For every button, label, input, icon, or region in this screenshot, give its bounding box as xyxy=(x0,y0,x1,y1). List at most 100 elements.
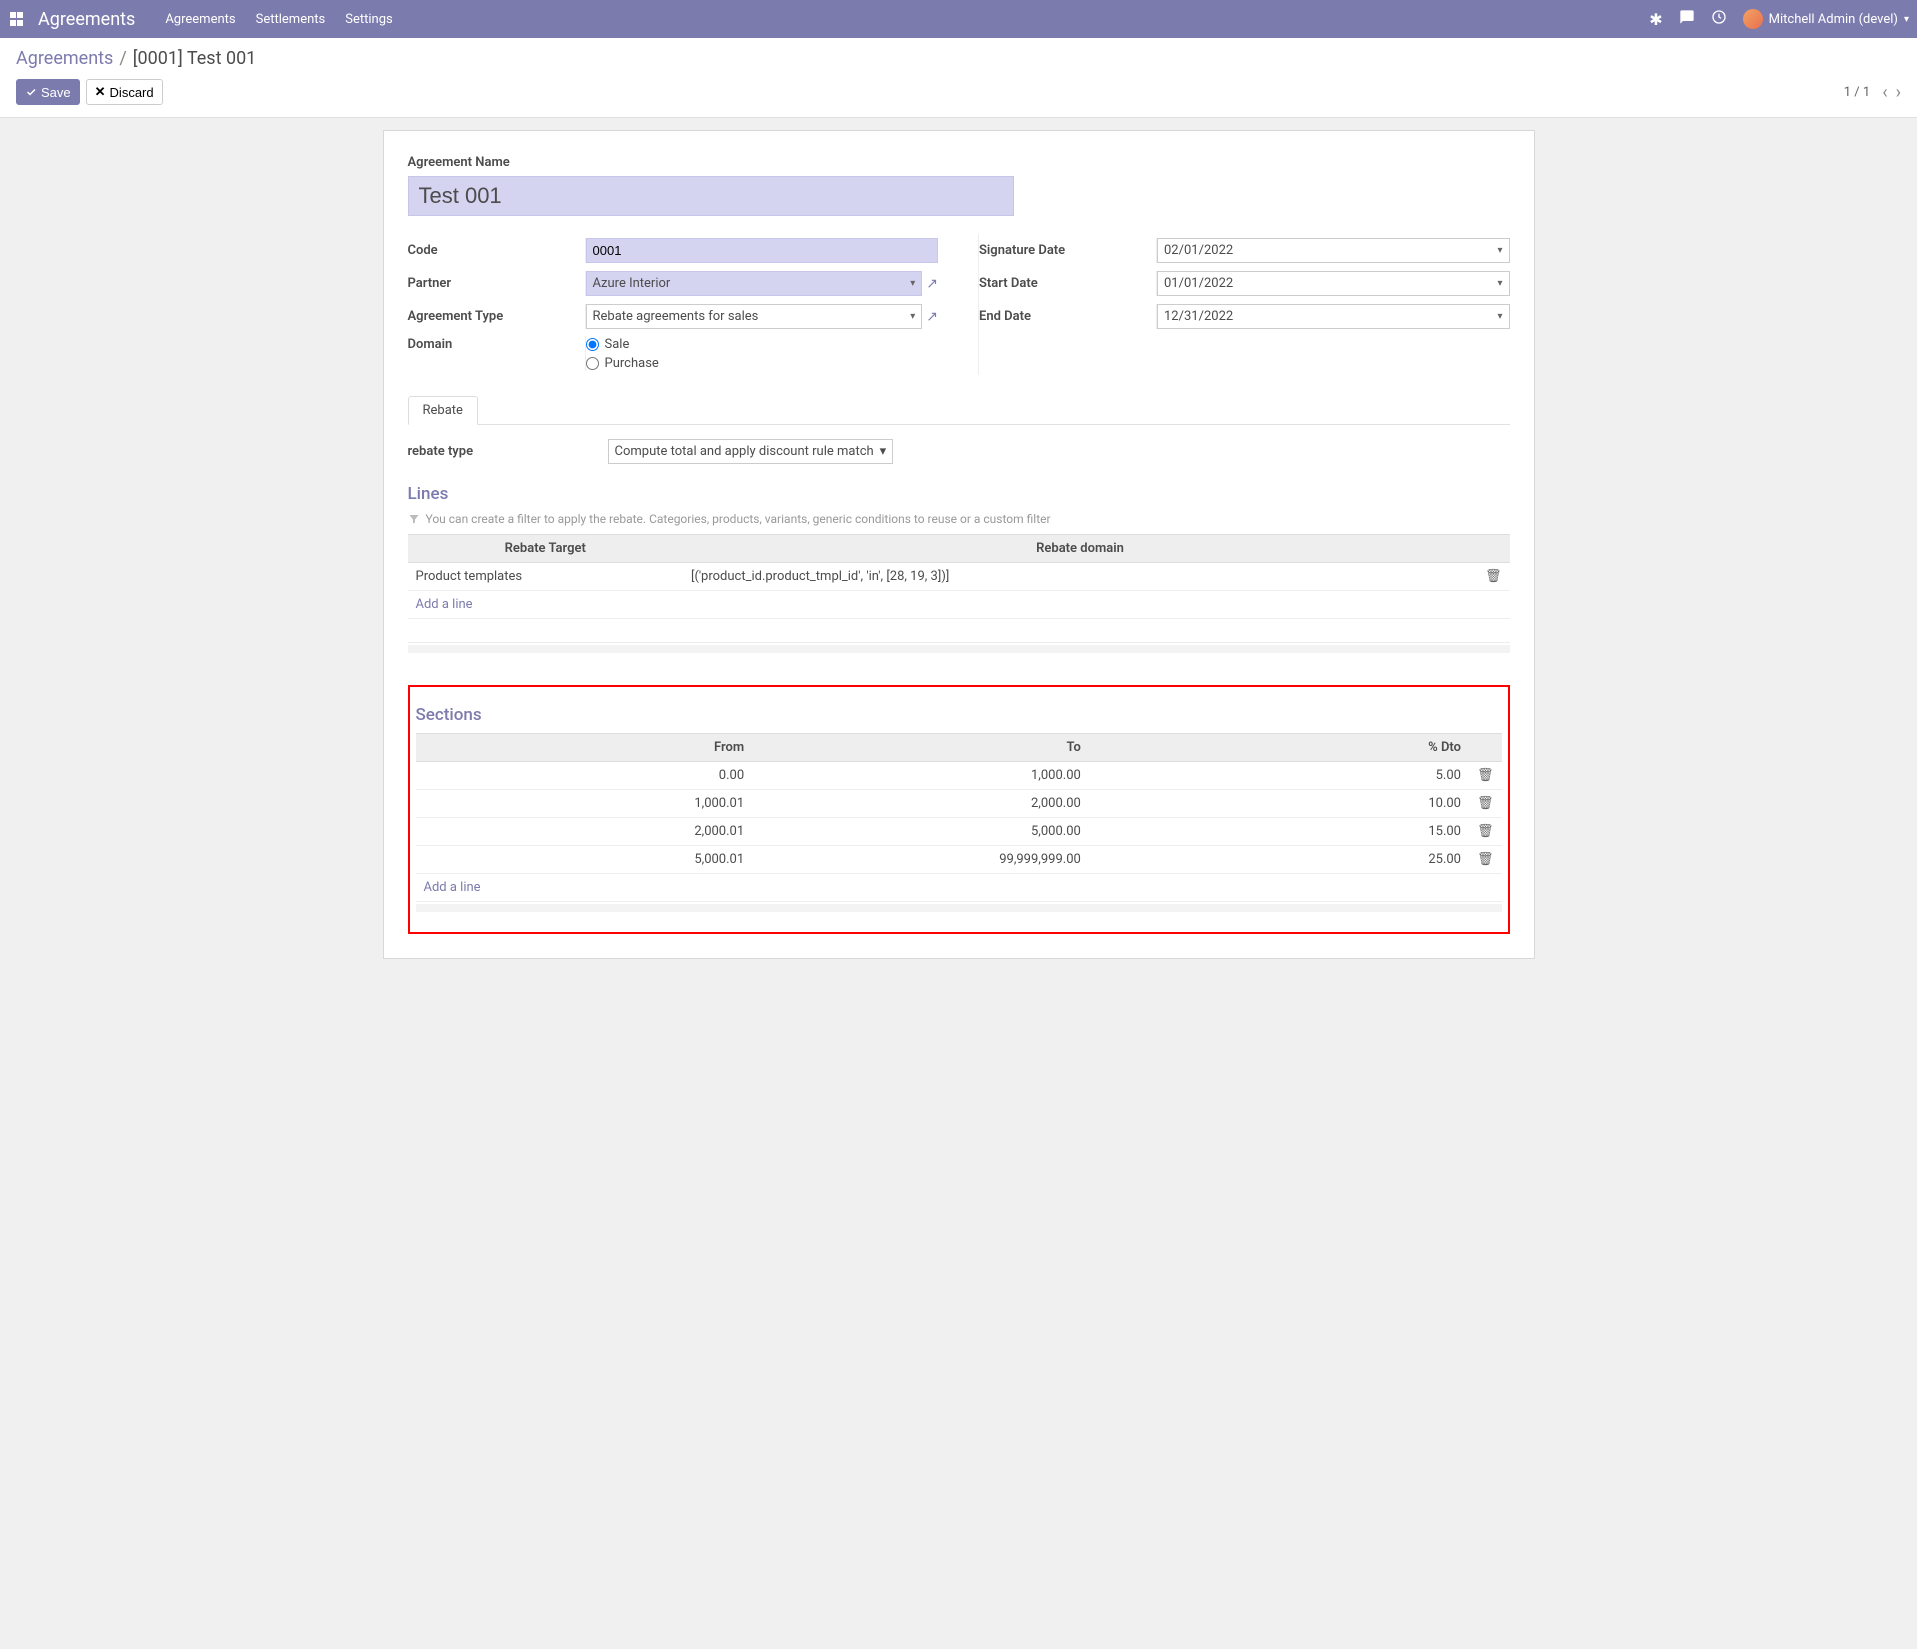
user-name: Mitchell Admin (devel) xyxy=(1769,12,1898,27)
code-input[interactable] xyxy=(586,238,939,263)
tab-rebate-label: Rebate xyxy=(423,403,463,418)
avatar xyxy=(1743,9,1763,29)
cell-from: 0.00 xyxy=(416,762,753,790)
cell-from: 2,000.01 xyxy=(416,818,753,846)
pager: 1 / 1 ‹ › xyxy=(1844,82,1901,103)
chevron-down-icon: ▾ xyxy=(1497,245,1502,256)
table-row[interactable]: Product templates [('product_id.product_… xyxy=(408,563,1510,591)
discard-label: Discard xyxy=(110,85,154,100)
discard-button[interactable]: ✕ Discard xyxy=(86,79,163,105)
type-select[interactable]: Rebate agreements for sales ▾ xyxy=(586,304,923,329)
col-to: To xyxy=(752,734,1089,762)
chevron-down-icon: ▾ xyxy=(880,444,887,459)
code-label: Code xyxy=(408,243,578,258)
cell-dto: 25.00 xyxy=(1089,846,1469,874)
brand: Agreements xyxy=(38,9,135,30)
rebate-type-select[interactable]: Compute total and apply discount rule ma… xyxy=(608,439,894,464)
col-target: Rebate Target xyxy=(408,535,684,563)
lines-title: Lines xyxy=(408,484,1510,504)
user-menu[interactable]: Mitchell Admin (devel) ▾ xyxy=(1743,9,1909,29)
name-label: Agreement Name xyxy=(408,155,1510,170)
cell-dto: 10.00 xyxy=(1089,790,1469,818)
control-panel: Agreements / [0001] Test 001 Save ✕ Disc… xyxy=(0,38,1917,118)
start-value: 01/01/2022 xyxy=(1164,276,1233,291)
bug-icon[interactable]: ✱ xyxy=(1649,10,1662,29)
trash-icon[interactable]: 🗑 xyxy=(1477,824,1494,839)
partner-select[interactable]: Azure Interior ▾ xyxy=(586,271,923,296)
menu-agreements[interactable]: Agreements xyxy=(165,12,235,27)
clock-icon[interactable] xyxy=(1711,9,1727,29)
scroll-bar[interactable] xyxy=(408,645,1510,653)
col-dto: % Dto xyxy=(1089,734,1469,762)
cell-from: 5,000.01 xyxy=(416,846,753,874)
trash-icon[interactable]: 🗑 xyxy=(1477,796,1494,811)
tab-rebate[interactable]: Rebate xyxy=(408,396,478,425)
save-label: Save xyxy=(41,85,71,100)
cell-from: 1,000.01 xyxy=(416,790,753,818)
cell-domain: [('product_id.product_tmpl_id', 'in', [2… xyxy=(683,563,1477,591)
col-domain: Rebate domain xyxy=(683,535,1477,563)
sections-box: Sections From To % Dto 0.001,000.005.00🗑… xyxy=(408,685,1510,934)
start-label: Start Date xyxy=(979,276,1149,291)
table-row[interactable]: 0.001,000.005.00 🗑 xyxy=(416,762,1502,790)
top-menu: Agreements Settlements Settings xyxy=(165,12,392,27)
breadcrumb-sep: / xyxy=(119,48,126,69)
type-value: Rebate agreements for sales xyxy=(593,309,759,324)
end-date-input[interactable]: 12/31/2022 ▾ xyxy=(1157,304,1510,329)
chevron-down-icon: ▾ xyxy=(1904,14,1909,25)
scroll-bar[interactable] xyxy=(416,904,1502,912)
name-input[interactable] xyxy=(408,176,1014,216)
chat-icon[interactable] xyxy=(1679,9,1695,29)
radio-sale[interactable]: Sale xyxy=(586,337,659,352)
signature-label: Signature Date xyxy=(979,243,1149,258)
form-sheet: Agreement Name Code Partner Azure Interi… xyxy=(383,130,1535,959)
partner-value: Azure Interior xyxy=(593,276,671,291)
cell-to: 1,000.00 xyxy=(752,762,1089,790)
cell-dto: 5.00 xyxy=(1089,762,1469,790)
table-row[interactable]: 5,000.0199,999,999.0025.00 🗑 xyxy=(416,846,1502,874)
menu-settings[interactable]: Settings xyxy=(345,12,392,27)
sections-add[interactable]: Add a line xyxy=(416,874,1502,902)
trash-icon[interactable]: 🗑 xyxy=(1485,569,1502,584)
type-label: Agreement Type xyxy=(408,309,578,324)
external-link-icon[interactable]: ↗ xyxy=(926,309,938,325)
radio-purchase-label: Purchase xyxy=(605,356,659,371)
menu-settlements[interactable]: Settlements xyxy=(256,12,326,27)
lines-hint: You can create a filter to apply the reb… xyxy=(408,512,1510,526)
breadcrumb: Agreements / [0001] Test 001 xyxy=(16,48,1901,69)
external-link-icon[interactable]: ↗ xyxy=(926,276,938,292)
partner-label: Partner xyxy=(408,276,578,291)
end-value: 12/31/2022 xyxy=(1164,309,1233,324)
chevron-down-icon: ▾ xyxy=(1497,311,1502,322)
cell-to: 5,000.00 xyxy=(752,818,1089,846)
signature-value: 02/01/2022 xyxy=(1164,243,1233,258)
chevron-down-icon: ▾ xyxy=(910,278,915,289)
pager-next[interactable]: › xyxy=(1896,82,1901,103)
lines-add[interactable]: Add a line xyxy=(408,591,1510,619)
cell-to: 99,999,999.00 xyxy=(752,846,1089,874)
pager-prev[interactable]: ‹ xyxy=(1882,82,1887,103)
trash-icon[interactable]: 🗑 xyxy=(1477,768,1494,783)
table-row[interactable]: 2,000.015,000.0015.00 🗑 xyxy=(416,818,1502,846)
lines-table: Rebate Target Rebate domain Product temp… xyxy=(408,534,1510,591)
rebate-type-label: rebate type xyxy=(408,444,608,459)
radio-sale-label: Sale xyxy=(605,337,630,352)
navbar: Agreements Agreements Settlements Settin… xyxy=(0,0,1917,38)
cell-dto: 15.00 xyxy=(1089,818,1469,846)
breadcrumb-link[interactable]: Agreements xyxy=(16,48,113,69)
chevron-down-icon: ▾ xyxy=(910,311,915,322)
cell-target: Product templates xyxy=(408,563,684,591)
trash-icon[interactable]: 🗑 xyxy=(1477,852,1494,867)
radio-purchase[interactable]: Purchase xyxy=(586,356,659,371)
apps-icon[interactable] xyxy=(8,10,26,28)
end-label: End Date xyxy=(979,309,1149,324)
sections-title: Sections xyxy=(416,705,1502,725)
start-date-input[interactable]: 01/01/2022▾ xyxy=(1157,271,1510,296)
save-button[interactable]: Save xyxy=(16,79,80,105)
rebate-type-value: Compute total and apply discount rule ma… xyxy=(615,444,874,459)
close-icon: ✕ xyxy=(95,84,106,100)
table-row[interactable]: 1,000.012,000.0010.00 🗑 xyxy=(416,790,1502,818)
lines-hint-text: You can create a filter to apply the reb… xyxy=(426,512,1051,526)
cell-to: 2,000.00 xyxy=(752,790,1089,818)
signature-date-input[interactable]: 02/01/2022 ▾ xyxy=(1157,238,1510,263)
